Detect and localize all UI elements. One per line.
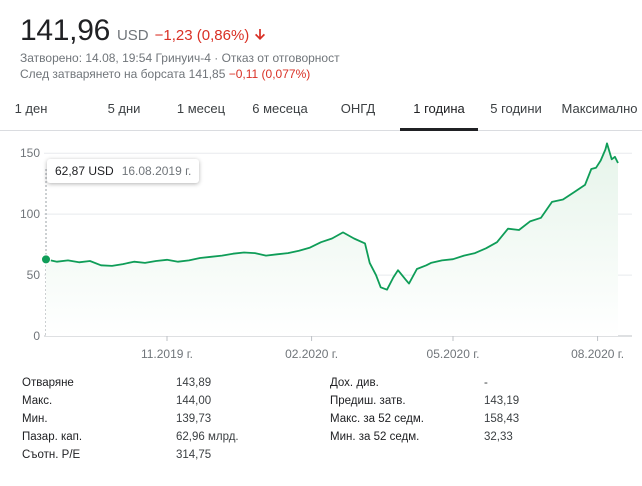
tooltip-value: 62,87 USD [55, 164, 114, 178]
tab-label: 1 година [413, 100, 465, 116]
after-hours-line: След затварянето на борсата 141,85 −0,11… [20, 66, 632, 82]
hover-point [41, 254, 51, 265]
y-tick-label: 50 [27, 268, 41, 282]
price-chart[interactable]: 0 50 100 150 11.2019 г. 02.2020 г. 05.2020 г. 0… [0, 131, 642, 361]
stat-value: - [484, 377, 488, 389]
range-tabs: 1 ден 5 дни 1 месец 6 месеца ОНГД 1 година 5 г… [0, 86, 642, 131]
stat-value: 144,00 [176, 395, 212, 407]
current-price: 141,96 [20, 14, 110, 47]
stat-value: 143,19 [484, 395, 520, 407]
y-tick-label: 0 [33, 329, 40, 343]
after-hours-label: След затварянето на борсата 141,85 [20, 67, 226, 81]
x-tick-label: 11.2019 г. [141, 347, 193, 361]
tab-4[interactable]: 6 месеца [244, 86, 316, 130]
x-tick-label: 08.2020 г. [571, 347, 624, 361]
tab-label: ОНГД [340, 100, 376, 116]
tab-label: 1 ден [14, 100, 48, 116]
arrow-down-icon [254, 28, 266, 41]
stat-value: 158,43 [484, 413, 520, 425]
stat-value: 62,96 млрд. [176, 431, 239, 443]
stat-label: Макс. за 52 седм. [330, 413, 424, 425]
stat-value: 32,33 [484, 431, 513, 443]
tab-label: Максимално [561, 100, 638, 116]
tab-label: 5 години [490, 100, 542, 116]
x-tick-label: 02.2020 г. [285, 347, 338, 361]
tab-label: 5 дни [107, 100, 141, 116]
x-tick-label: 05.2020 г. [427, 347, 480, 361]
stat-label: Мин. [22, 413, 48, 425]
price-change: −1,23 (0,86%) [154, 27, 250, 44]
y-tick-label: 100 [20, 207, 40, 221]
tab-label: 1 месец [176, 100, 226, 116]
stat-label: Макс. [22, 395, 53, 407]
tab-7[interactable]: 5 години [480, 86, 552, 130]
after-hours-change: −0,11 (0,077%) [228, 67, 311, 81]
chart-tooltip: 62,87 USD 16.08.2019 г. [47, 159, 200, 183]
tab-8[interactable]: Максимално [557, 86, 642, 130]
tab-1[interactable]: 1 ден [12, 86, 50, 130]
market-status-text: Затворено: 14.08, 19:54 Гринуич-4 · Отка… [20, 51, 340, 65]
tab-5[interactable]: ОНГД [330, 86, 386, 130]
stat-value: 143,89 [176, 377, 212, 389]
tab-3[interactable]: 1 месец [165, 86, 237, 130]
stat-label: Дох. див. [330, 377, 379, 389]
stat-label: Предиш. затв. [330, 395, 406, 407]
quote-header: 141,96 USD −1,23 (0,86%) Затворено: 14.0… [20, 14, 632, 82]
stat-value: 139,73 [176, 413, 212, 425]
tab-label: 6 месеца [252, 100, 308, 116]
tooltip-date: 16.08.2019 г. [121, 164, 192, 178]
stat-label: Съотн. P/E [22, 449, 81, 461]
tab-2[interactable]: 5 дни [100, 86, 148, 130]
tab-6[interactable]: 1 година [400, 86, 478, 131]
stat-label: Пазар. кап. [22, 431, 83, 443]
currency-code: USD [116, 27, 149, 44]
stat-label: Мин. за 52 седм. [330, 431, 420, 443]
stat-label: Отваряне [22, 377, 74, 389]
stat-value: 314,75 [176, 449, 212, 461]
y-tick-label: 150 [20, 146, 40, 160]
price-line: 141,96 USD −1,23 (0,86%) [20, 14, 632, 50]
